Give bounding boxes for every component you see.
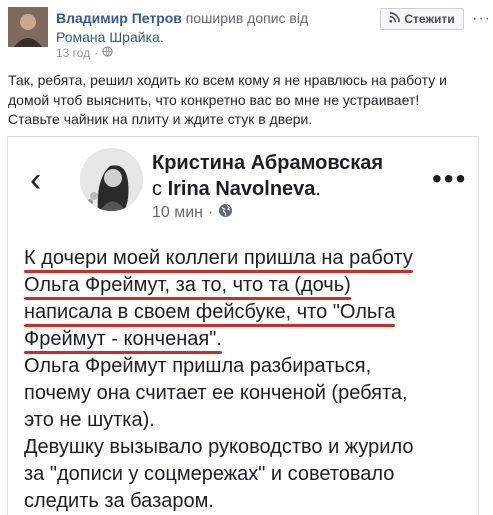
author-link[interactable]: Владимир Петров — [56, 10, 182, 26]
screenshot-author-name: Кристина Абрамовская — [152, 152, 384, 174]
more-options-icon[interactable]: ··· — [472, 10, 491, 28]
post-time[interactable]: 13 год — [56, 46, 90, 60]
shared-text: поширив допис від — [181, 10, 309, 26]
screenshot-more-icon: ••• — [432, 163, 468, 194]
body-line: Ольга Фреймут пришла разбираться, — [24, 355, 372, 377]
body-line: почему она считает ее конченой (ребята, — [24, 382, 408, 404]
screenshot-time: 10 мин — [152, 204, 204, 221]
post-text-line: домой чтоб выяснить, что конкретно вас в… — [8, 91, 420, 108]
body-line: за "дописи у соцмережах" и советовало — [24, 463, 395, 485]
origin-author-link[interactable]: Романа Шрайка. — [56, 29, 164, 45]
post-text-line: Так, ребята, решил ходить ко всем кому я… — [8, 72, 447, 88]
body-line: Девушку вызывало руководство и журило — [24, 436, 414, 458]
screenshot-avatar — [80, 148, 143, 211]
screenshot-body: К дочери моей коллеги пришла на работу О… — [24, 245, 472, 515]
with-suffix: . — [315, 178, 321, 200]
rss-icon — [389, 12, 401, 26]
screenshot-meta: 10 мин · — [152, 203, 233, 223]
underlined-line: Ольга Фреймут, за то, что та (дочь) — [24, 272, 472, 300]
post-text-line: Ставьте чайник на плиту и ждите стук в д… — [8, 111, 313, 127]
post-header: Владимир Петров поширив допис від Романа… — [0, 0, 493, 66]
avatar[interactable] — [8, 7, 48, 47]
body-line: следить за базаром. — [24, 490, 214, 512]
screenshot-dot: · — [208, 204, 214, 221]
with-prefix: с — [152, 178, 168, 200]
post-meta: 13 год · — [56, 46, 113, 60]
attached-screenshot[interactable]: ‹ Кристина Абрамовская с Irina Navolneva… — [7, 136, 479, 515]
underlined-line: К дочери моей коллеги пришла на работу — [24, 245, 472, 273]
underlined-text: Ольга Фреймут, за то, что та (дочь) — [24, 272, 351, 300]
follow-label: Стежити — [404, 12, 455, 26]
globe-icon — [102, 46, 113, 60]
screenshot-with-line: с Irina Navolneva. — [152, 176, 321, 202]
body-line: это не шутка). — [24, 409, 155, 431]
underlined-text: К дочери моей коллеги пришла на работу — [24, 245, 413, 273]
underlined-line: Фреймут - конченая". — [24, 326, 472, 354]
back-arrow-icon: ‹ — [30, 161, 42, 199]
meta-dot: · — [94, 46, 99, 60]
post-attribution: Владимир Петров поширив допис від Романа… — [56, 9, 376, 47]
tagged-person: Irina Navolneva — [167, 178, 316, 200]
globe-icon — [218, 203, 233, 223]
underlined-line: написала в своем фейсбуке, что "Ольга — [24, 299, 472, 327]
underlined-text: Фреймут - конченая". — [24, 326, 222, 354]
underlined-text: написала в своем фейсбуке, что "Ольга — [24, 299, 396, 327]
post-text: Так, ребята, решил ходить ко всем кому я… — [8, 71, 478, 130]
follow-button[interactable]: Стежити — [380, 8, 464, 30]
